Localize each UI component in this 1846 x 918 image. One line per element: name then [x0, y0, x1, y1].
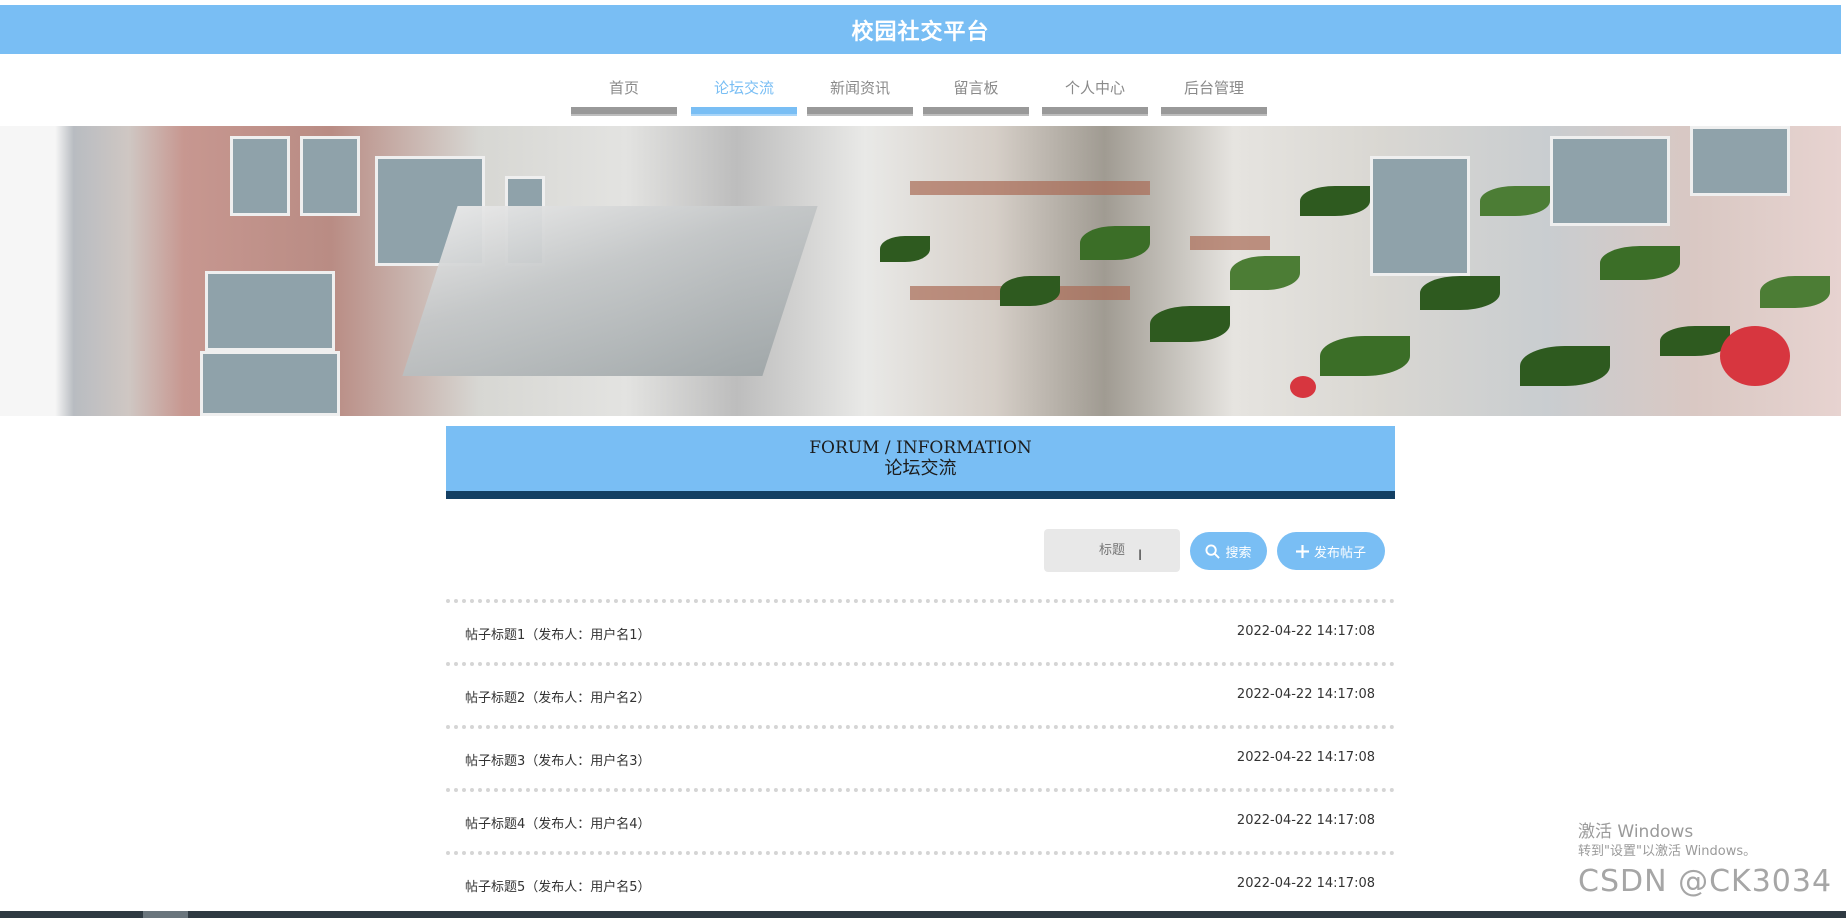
title-search-input[interactable] [1044, 529, 1180, 572]
forum-post-item[interactable]: 帖子标题3（发布人：用户名3） 2022-04-22 14:17:08 [446, 725, 1395, 788]
post-time: 2022-04-22 14:17:08 [1236, 813, 1375, 828]
forum-post-item[interactable]: 帖子标题5（发布人：用户名5） 2022-04-22 14:17:08 [446, 851, 1395, 914]
banner-window [205, 271, 335, 351]
publish-post-button[interactable]: 发布帖子 [1277, 532, 1385, 570]
banner-leaf [1150, 306, 1230, 342]
post-time: 2022-04-22 14:17:08 [1236, 624, 1375, 639]
banner-leaf [1760, 276, 1830, 308]
banner-leaf [1520, 346, 1610, 386]
windows-activation-watermark: 激活 Windows 转到"设置"以激活 Windows。 [1578, 821, 1756, 861]
nav-item-label: 首页 [608, 79, 639, 97]
site-header: 校园社交平台 [0, 5, 1841, 54]
post-time: 2022-04-22 14:17:08 [1236, 687, 1375, 702]
banner-canopy [402, 206, 818, 376]
nav-item-bar [807, 107, 913, 116]
nav-item-bar [691, 107, 797, 116]
banner-leaf [1420, 276, 1500, 310]
nav-item-label: 论坛交流 [713, 79, 774, 97]
search-button-label: 搜索 [1225, 545, 1252, 561]
forum-post-item[interactable]: 帖子标题2（发布人：用户名2） 2022-04-22 14:17:08 [446, 662, 1395, 725]
banner-leaf [1080, 226, 1150, 260]
search-icon [1205, 543, 1221, 559]
scrollbar-thumb[interactable] [143, 911, 188, 918]
nav-item-bar [923, 107, 1029, 116]
nav-item-label: 新闻资讯 [829, 79, 890, 97]
banner-flower [1290, 376, 1316, 398]
banner-window [1550, 136, 1670, 226]
post-title[interactable]: 帖子标题2（发布人：用户名2） [465, 687, 651, 706]
post-time: 2022-04-22 14:17:08 [1236, 876, 1375, 891]
page: 校园社交平台 首页 论坛交流 新闻资讯 留言板 个人中心 后台管理 FORUM … [0, 0, 1846, 918]
forum-post-list: 帖子标题1（发布人：用户名1） 2022-04-22 14:17:08 帖子标题… [446, 599, 1395, 914]
banner-window [230, 136, 290, 216]
nav-item-guestbook[interactable]: 留言板 [923, 72, 1029, 116]
nav-item-news[interactable]: 新闻资讯 [807, 72, 913, 116]
section-title-en: FORUM / INFORMATION [809, 438, 1032, 458]
banner-leaf [1000, 276, 1060, 306]
nav-item-bar [571, 107, 677, 116]
banner-leaf [1230, 256, 1300, 290]
banner-window [1690, 126, 1790, 196]
forum-post-item[interactable]: 帖子标题1（发布人：用户名1） 2022-04-22 14:17:08 [446, 599, 1395, 662]
nav-item-label: 后台管理 [1183, 79, 1244, 97]
publish-button-label: 发布帖子 [1313, 545, 1366, 561]
csdn-watermark: CSDN @CK3034 [1578, 864, 1833, 899]
nav-item-admin[interactable]: 后台管理 [1161, 72, 1267, 116]
banner-leaf [1300, 186, 1370, 216]
banner-image [0, 126, 1841, 416]
banner-stripe [910, 181, 1150, 195]
text-cursor-icon: I [1138, 548, 1143, 564]
search-button[interactable]: 搜索 [1190, 532, 1267, 570]
banner-window [300, 136, 360, 216]
section-title-cn: 论坛交流 [884, 458, 957, 479]
site-title: 校园社交平台 [851, 19, 990, 45]
activation-line-1: 激活 Windows [1578, 822, 1694, 842]
nav-item-label: 个人中心 [1064, 79, 1125, 97]
nav-item-home[interactable]: 首页 [571, 72, 677, 116]
forum-post-item[interactable]: 帖子标题4（发布人：用户名4） 2022-04-22 14:17:08 [446, 788, 1395, 851]
main-nav: 首页 论坛交流 新闻资讯 留言板 个人中心 后台管理 [571, 72, 1267, 116]
banner-window [1370, 156, 1470, 276]
plus-icon [1295, 544, 1309, 558]
banner-leaf [1480, 186, 1550, 216]
horizontal-scrollbar[interactable] [0, 911, 1846, 918]
post-title[interactable]: 帖子标题1（发布人：用户名1） [465, 624, 651, 643]
section-header: FORUM / INFORMATION 论坛交流 [446, 426, 1395, 499]
nav-item-forum[interactable]: 论坛交流 [691, 72, 797, 116]
banner-leaf [1600, 246, 1680, 280]
banner-stripe [1190, 236, 1270, 250]
banner-leaf [880, 236, 930, 262]
activation-line-2: 转到"设置"以激活 Windows。 [1578, 844, 1757, 859]
post-title[interactable]: 帖子标题4（发布人：用户名4） [465, 813, 651, 832]
nav-item-label: 留言板 [953, 79, 999, 97]
banner-window [200, 351, 340, 416]
banner-leaf [1320, 336, 1410, 376]
nav-item-bar [1042, 107, 1148, 116]
nav-item-bar [1161, 107, 1267, 116]
post-title[interactable]: 帖子标题3（发布人：用户名3） [465, 750, 651, 769]
banner-flower [1720, 326, 1790, 386]
post-time: 2022-04-22 14:17:08 [1236, 750, 1375, 765]
post-title[interactable]: 帖子标题5（发布人：用户名5） [465, 876, 651, 895]
nav-item-profile[interactable]: 个人中心 [1042, 72, 1148, 116]
